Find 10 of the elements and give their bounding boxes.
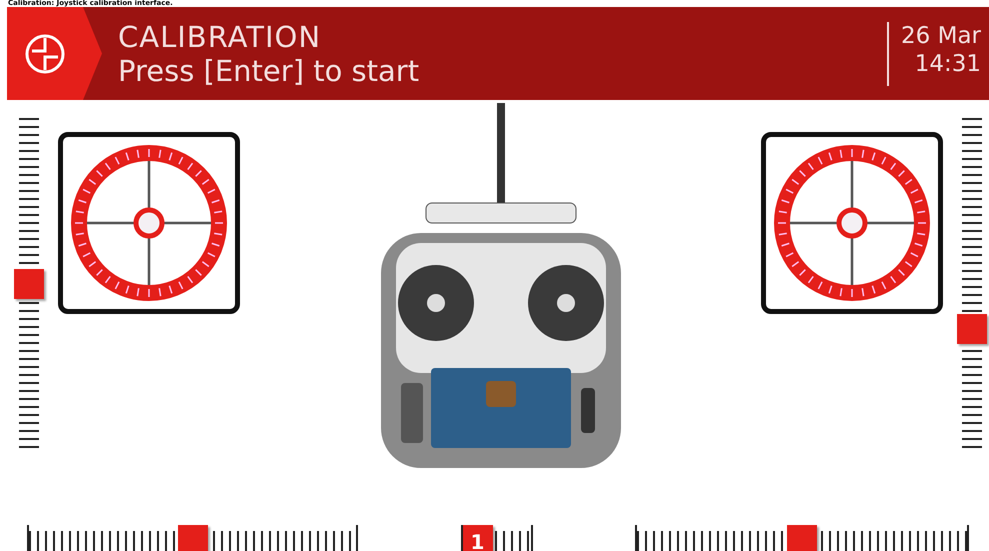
date-text: 26 Mar [901, 22, 981, 50]
slider-thumb[interactable] [178, 525, 208, 551]
calibration-icon [23, 32, 67, 76]
time-text: 14:31 [914, 50, 981, 78]
slider-thumb[interactable]: 1 [462, 525, 492, 551]
slider-thumb[interactable] [957, 314, 987, 344]
slider-thumb[interactable] [14, 269, 44, 299]
instruction-text: Press [Enter] to start [118, 54, 420, 88]
slider-thumb[interactable] [787, 525, 817, 551]
screen-title: CALIBRATION [118, 20, 322, 54]
